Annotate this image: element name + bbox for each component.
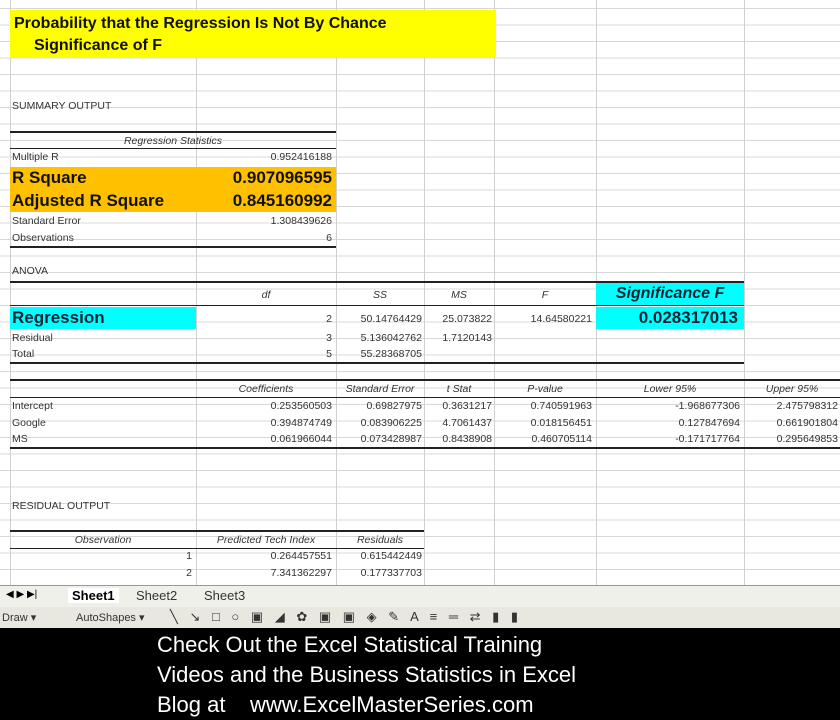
anova-cell: 14.64580221: [530, 313, 592, 325]
coef-row-label: Intercept: [12, 400, 53, 412]
anova-residual-label: Residual: [12, 332, 53, 344]
adj-r-square-value: 0.845160992: [232, 191, 332, 210]
tab-sheet2[interactable]: Sheet2: [136, 588, 177, 603]
residual-cell: 7.341362297: [270, 567, 332, 579]
coef-cell: 0.127847694: [678, 416, 740, 429]
residual-cell: 0.264457551: [270, 550, 332, 562]
anova-header-ss: SS: [372, 289, 387, 301]
coef-cell: 0.253560503: [270, 400, 332, 412]
tab-scroll-arrows[interactable]: ◀ ▶ ▶|: [6, 589, 37, 600]
coef-cell: 0.460705114: [531, 433, 592, 445]
coef-cell: 0.3631217: [442, 400, 492, 412]
coef-header: P-value: [527, 383, 563, 395]
adj-r-square-label: Adjusted R Square: [12, 191, 165, 210]
anova-cell: 1.7120143: [442, 332, 492, 344]
residual-header: Predicted Tech Index: [216, 534, 316, 546]
multiple-r-label: Multiple R: [12, 151, 59, 163]
coef-header: Upper 95%: [765, 383, 819, 395]
significance-f-value: 0.028317013: [638, 308, 738, 327]
anova-regression-label: Regression: [12, 308, 105, 327]
coef-cell: 0.394874749: [270, 416, 332, 429]
coef-cell: 0.740591963: [530, 400, 592, 412]
residual-cell: 2: [186, 567, 192, 579]
coef-cell: 0.073428987: [360, 433, 422, 445]
anova-header-ms: MS: [451, 289, 467, 301]
std-error-label: Standard Error: [12, 215, 81, 227]
std-error-value: 1.308439626: [270, 215, 332, 227]
sheet-tabs-bar: ◀ ▶ ▶| Sheet1 Sheet2 Sheet3: [0, 585, 840, 608]
coef-row-label: MS: [12, 433, 28, 445]
anova-cell: 2: [326, 313, 332, 325]
anova-cell: 5: [326, 348, 332, 360]
anova-cell: 5.136042762: [360, 332, 422, 344]
residual-cell: 1: [186, 550, 192, 562]
anova-cell: 25.073822: [442, 313, 492, 325]
anova-header-significance-f: Significance F: [615, 285, 725, 302]
multiple-r-value: 0.952416188: [270, 151, 332, 163]
anova-header-df: df: [261, 289, 271, 301]
coef-cell: 0.69827975: [366, 400, 422, 412]
coef-cell: 4.7061437: [442, 416, 492, 429]
coef-header: Coefficients: [238, 383, 294, 395]
drawing-toolbar: Draw ▾ AutoShapes ▾ ╲ ↘ □ ○ ▣ ◢ ✿ ▣ ▣ ◈ …: [0, 607, 840, 628]
coef-header: t Stat: [446, 383, 472, 395]
coef-cell: 0.018156451: [530, 416, 592, 429]
tab-sheet1[interactable]: Sheet1: [68, 588, 119, 603]
draw-menu-button[interactable]: Draw ▾: [2, 611, 36, 624]
summary-output-label: SUMMARY OUTPUT: [12, 100, 112, 112]
residual-header: Residuals: [356, 534, 404, 546]
anova-cell: 3: [326, 332, 332, 344]
residual-cell: 0.615442449: [360, 550, 422, 562]
anova-cell: 50.14764429: [360, 313, 422, 325]
title-line2: Significance of F: [34, 37, 163, 54]
r-square-value: 0.907096595: [232, 168, 332, 187]
r-square-label: R Square: [12, 168, 87, 187]
regression-statistics-header: Regression Statistics: [123, 135, 223, 147]
observations-label: Observations: [12, 232, 74, 244]
coef-cell: 0.661901804: [776, 416, 838, 429]
residual-header: Observation: [74, 534, 132, 546]
coef-cell: 0.061966044: [270, 433, 332, 445]
tab-sheet3[interactable]: Sheet3: [204, 588, 245, 603]
caption-banner: Check Out the Excel Statistical Training…: [0, 628, 840, 720]
coef-cell: -0.171717764: [675, 433, 740, 445]
coef-row-label: Google: [12, 416, 46, 429]
coef-cell: 0.295649853: [776, 433, 838, 445]
title-box[interactable]: Probability that the Regression Is Not B…: [10, 10, 496, 58]
anova-cell: 55.28368705: [360, 348, 422, 360]
autoshapes-menu-button[interactable]: AutoShapes ▾: [76, 611, 145, 624]
coef-header: Standard Error: [345, 383, 415, 395]
caption-line3: Blog at www.ExcelMasterSeries.com: [157, 692, 534, 717]
coef-cell: 2.475798312: [776, 400, 838, 412]
shape-tool-icons[interactable]: ╲ ↘ □ ○ ▣ ◢ ✿ ▣ ▣ ◈ ✎ A ≡ ═ ⇄ ▮ ▮: [170, 609, 522, 625]
observations-value: 6: [326, 232, 332, 244]
residual-output-label: RESIDUAL OUTPUT: [12, 500, 111, 512]
coef-cell: 0.8438908: [442, 433, 492, 445]
anova-total-label: Total: [12, 348, 35, 360]
coef-header: Lower 95%: [643, 383, 697, 395]
caption-line1: Check Out the Excel Statistical Training: [157, 632, 543, 657]
title-line1: Probability that the Regression Is Not B…: [14, 15, 387, 32]
anova-label: ANOVA: [12, 265, 48, 277]
residual-cell: 0.177337703: [360, 567, 422, 579]
anova-header-f: F: [541, 289, 549, 301]
caption-line2: Videos and the Business Statistics in Ex…: [157, 662, 577, 687]
coef-cell: 0.083906225: [360, 416, 422, 429]
coef-cell: -1.968677306: [675, 400, 740, 412]
